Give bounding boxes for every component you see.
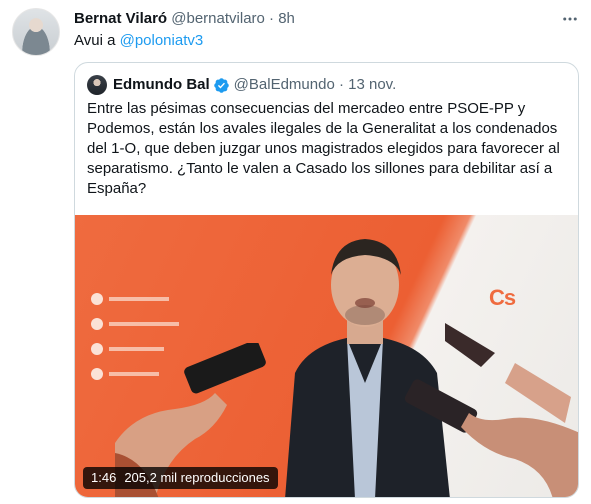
- quoted-tweet[interactable]: Edmundo Bal @BalEdmundo · 13 nov. Entre …: [74, 62, 579, 498]
- quoted-header: Edmundo Bal @BalEdmundo · 13 nov.: [113, 75, 396, 95]
- tweet-header: Bernat Vilaró @bernatvilaro · 8h: [74, 9, 295, 29]
- video-duration: 1:46: [91, 470, 117, 485]
- backdrop-item: [91, 314, 179, 334]
- tweet[interactable]: Bernat Vilaró @bernatvilaro · 8h Avui a …: [0, 0, 591, 504]
- avatar[interactable]: [12, 8, 60, 56]
- quoted-avatar[interactable]: [87, 75, 107, 95]
- twitter-icon: [91, 318, 103, 330]
- tweet-text-prefix: Avui a: [74, 32, 120, 49]
- quoted-author-name[interactable]: Edmundo Bal: [113, 75, 210, 95]
- video-player[interactable]: Cs 1:46 205,2 mil reproducciones: [75, 215, 578, 497]
- cs-logo: Cs: [489, 285, 516, 310]
- facebook-icon: [91, 293, 103, 305]
- instagram-icon: [91, 343, 103, 355]
- backdrop-item: [91, 289, 179, 309]
- more-options-button[interactable]: [558, 9, 582, 29]
- tweet-text: Avui a @poloniatv3: [74, 31, 203, 51]
- quoted-text: Entre las pésimas consecuencias del merc…: [87, 100, 560, 197]
- more-horizontal-icon: [563, 17, 577, 21]
- tweet-time[interactable]: 8h: [278, 10, 295, 27]
- author-handle[interactable]: @bernatvilaro: [171, 10, 265, 27]
- separator: ·: [338, 76, 344, 93]
- verified-badge-icon: [213, 77, 229, 93]
- mention-link[interactable]: @poloniatv3: [120, 32, 204, 49]
- video-views: 205,2 mil reproducciones: [124, 470, 270, 485]
- quoted-time[interactable]: 13 nov.: [348, 75, 396, 95]
- hand-with-phone-right: [404, 323, 578, 497]
- video-info-badge: 1:46 205,2 mil reproducciones: [83, 467, 278, 489]
- author-name[interactable]: Bernat Vilaró: [74, 10, 167, 27]
- separator: ·: [269, 10, 275, 27]
- quoted-author-handle[interactable]: @BalEdmundo: [234, 75, 335, 95]
- youtube-icon: [91, 368, 103, 380]
